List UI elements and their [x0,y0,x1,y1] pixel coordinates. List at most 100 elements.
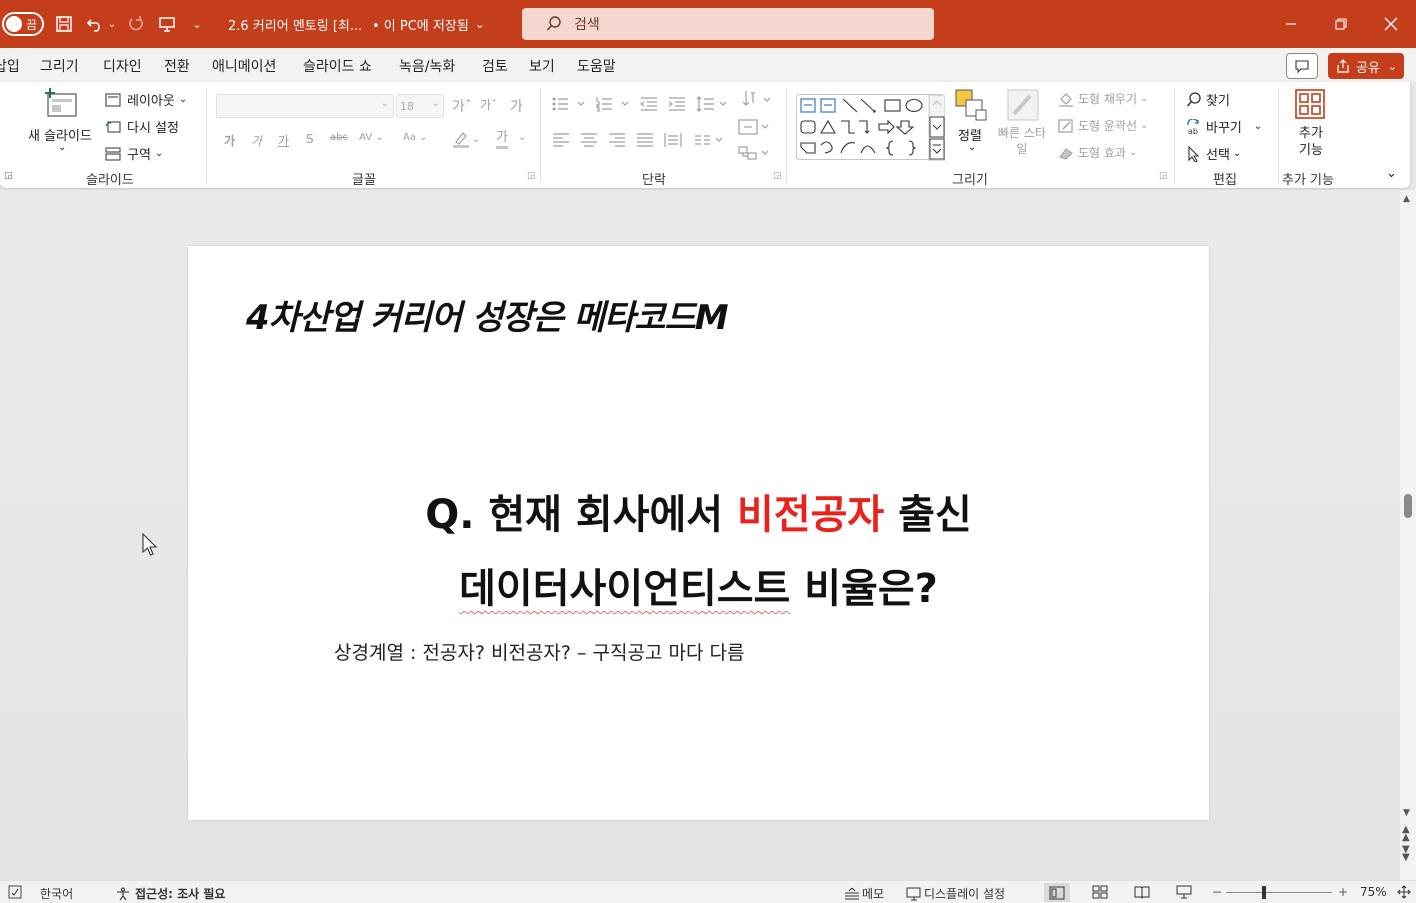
tab-insert[interactable]: 삽입 [0,56,20,76]
bullets-icon[interactable] [552,96,586,116]
tab-record[interactable]: 녹음/녹화 [399,56,455,76]
question-line-2[interactable]: 데이터사이언티스트 비율은? [188,556,1209,614]
slide[interactable]: 4차산업 커리어 성장은 메타코드M Q. 현재 회사에서 비전공자 출신 데이… [188,246,1209,820]
layout-button[interactable]: 레이아웃 ⌄ [105,90,187,109]
minimize-button[interactable] [1266,0,1316,48]
reading-view-icon[interactable] [1134,885,1150,899]
replace-button[interactable]: ab 바꾸기 ⌄ [1186,117,1262,136]
shape-fill-button[interactable]: 도형 채우기 ⌄ [1058,90,1148,107]
search-box[interactable]: 검색 [522,8,934,40]
slide-note[interactable]: 상경계열 : 전공자? 비전공자? – 구직공고 마다 다름 [334,638,744,665]
previous-slide-icon[interactable]: ▲ ▲ [1402,825,1410,843]
undo-icon[interactable] [84,0,106,48]
shape-effects-button[interactable]: 도형 효과 ⌄ [1058,144,1137,161]
chevron-down-icon[interactable]: ⌄ [968,142,976,153]
autosave-toggle[interactable]: 끔 [2,12,44,36]
zoom-level[interactable]: 75% [1360,885,1387,899]
addins-button[interactable]: 추가 기능 [1296,125,1326,159]
restore-button[interactable] [1316,0,1366,48]
tab-design[interactable]: 디자인 [103,56,142,76]
new-slide-icon[interactable] [44,88,78,122]
select-button[interactable]: 선택 ⌄ [1186,144,1241,163]
save-status[interactable]: • 이 PC에 저장됨 ⌄ [372,0,485,48]
highlight-color-button[interactable]: ⌄ [452,130,480,148]
chevron-down-icon[interactable]: ⌄ [58,142,66,153]
question-line-1[interactable]: Q. 현재 회사에서 비전공자 출신 [188,482,1209,540]
shadow-button[interactable]: S [306,132,314,146]
dialog-launcher-icon[interactable]: ◲ [527,171,536,181]
slide-sorter-icon[interactable] [1092,885,1108,899]
collapse-ribbon-icon[interactable]: ⌄ [1386,166,1397,181]
change-case-icon[interactable]: Aa ⌄ [403,132,428,143]
distributed-icon[interactable] [664,132,682,152]
font-size-box[interactable]: 18 ⌄ [396,94,444,118]
display-settings-button[interactable]: 디스플레이 설정 [906,885,1005,902]
text-direction-icon[interactable] [742,90,772,112]
section-button[interactable]: 구역 ⌄ [105,144,163,163]
font-name-box[interactable]: ⌄ [216,94,394,118]
share-button[interactable]: 공유 ⌄ [1328,53,1404,79]
customize-toolbar-icon[interactable]: ⌄ [188,0,206,48]
line-spacing-icon[interactable] [696,96,730,116]
decrease-indent-icon[interactable] [639,96,658,116]
quick-styles-icon[interactable] [1006,88,1040,126]
font-color-button[interactable]: 가 [496,130,508,149]
strikethrough-icon[interactable]: abc [330,132,348,143]
align-right-icon[interactable] [608,132,626,152]
arrange-icon[interactable] [954,88,988,126]
tab-draw[interactable]: 그리기 [40,56,79,76]
increase-indent-icon[interactable] [668,96,686,116]
tab-animations[interactable]: 애니메이션 [212,56,276,76]
align-center-icon[interactable] [580,132,598,152]
addins-icon[interactable] [1294,88,1326,124]
slide-heading[interactable]: 4차산업 커리어 성장은 메타코드M [246,290,729,339]
align-left-icon[interactable] [552,132,570,152]
align-text-icon[interactable] [738,118,772,140]
shapes-gallery[interactable] [796,94,946,162]
underline-button[interactable]: 가 [278,132,289,149]
accessibility-status[interactable]: 접근성: 조사 필요 [116,885,225,902]
save-icon[interactable] [52,0,76,48]
zoom-slider-thumb[interactable] [1262,886,1266,899]
scroll-down-icon[interactable]: ▼ [1403,808,1410,818]
redo-icon[interactable] [124,0,148,48]
clear-format-icon[interactable]: 가 [510,96,523,116]
tab-slideshow[interactable]: 슬라이드 쇼 [303,56,372,76]
notes-button[interactable]: 메모 [844,885,884,902]
comments-button[interactable] [1286,53,1318,79]
char-spacing-icon[interactable]: AV ⌄ [359,132,384,143]
tab-help[interactable]: 도움말 [577,56,616,76]
reset-button[interactable]: 다시 설정 [105,117,179,136]
tab-review[interactable]: 검토 [482,56,508,76]
spellcheck-icon[interactable] [8,885,22,899]
zoom-slider[interactable] [1226,892,1332,893]
bold-button[interactable]: 가 [224,132,235,149]
columns-icon[interactable] [694,132,724,152]
next-slide-icon[interactable]: ▼ ▼ [1402,845,1410,863]
quick-styles-button[interactable]: 빠른 스타일 [998,125,1046,157]
zoom-in-icon[interactable]: + [1338,885,1348,899]
presentation-start-icon[interactable] [156,0,178,48]
slideshow-icon[interactable] [1176,885,1192,899]
normal-view-button[interactable] [1044,883,1070,902]
italic-button[interactable]: 가 [251,132,262,149]
shrink-font-icon[interactable]: 가ˇ [480,96,497,113]
dialog-launcher-icon[interactable]: ◲ [1159,171,1168,181]
dialog-launcher-icon[interactable]: ◲ [4,171,13,181]
vertical-scrollbar[interactable]: ▲ ▼ ▲ ▲ ▼ ▼ [1400,190,1416,880]
fit-to-window-icon[interactable] [1396,885,1412,899]
language-status[interactable]: 한국어 [40,885,73,902]
smartart-icon[interactable] [738,144,772,166]
numbering-icon[interactable] [596,96,630,116]
tab-view[interactable]: 보기 [529,56,555,76]
scrollbar-thumb[interactable] [1404,494,1412,518]
undo-dropdown-icon[interactable]: ⌄ [106,0,118,48]
shape-outline-button[interactable]: 도형 윤곽선 ⌄ [1058,117,1148,134]
scroll-up-icon[interactable]: ▲ [1403,194,1410,204]
zoom-out-icon[interactable]: − [1212,885,1222,899]
dialog-launcher-icon[interactable]: ◲ [773,171,782,181]
chevron-down-icon[interactable]: ⌄ [518,132,526,143]
grow-font-icon[interactable]: 가ˆ [452,96,472,116]
find-button[interactable]: 찾기 [1186,90,1230,109]
tab-transitions[interactable]: 전환 [164,56,190,76]
